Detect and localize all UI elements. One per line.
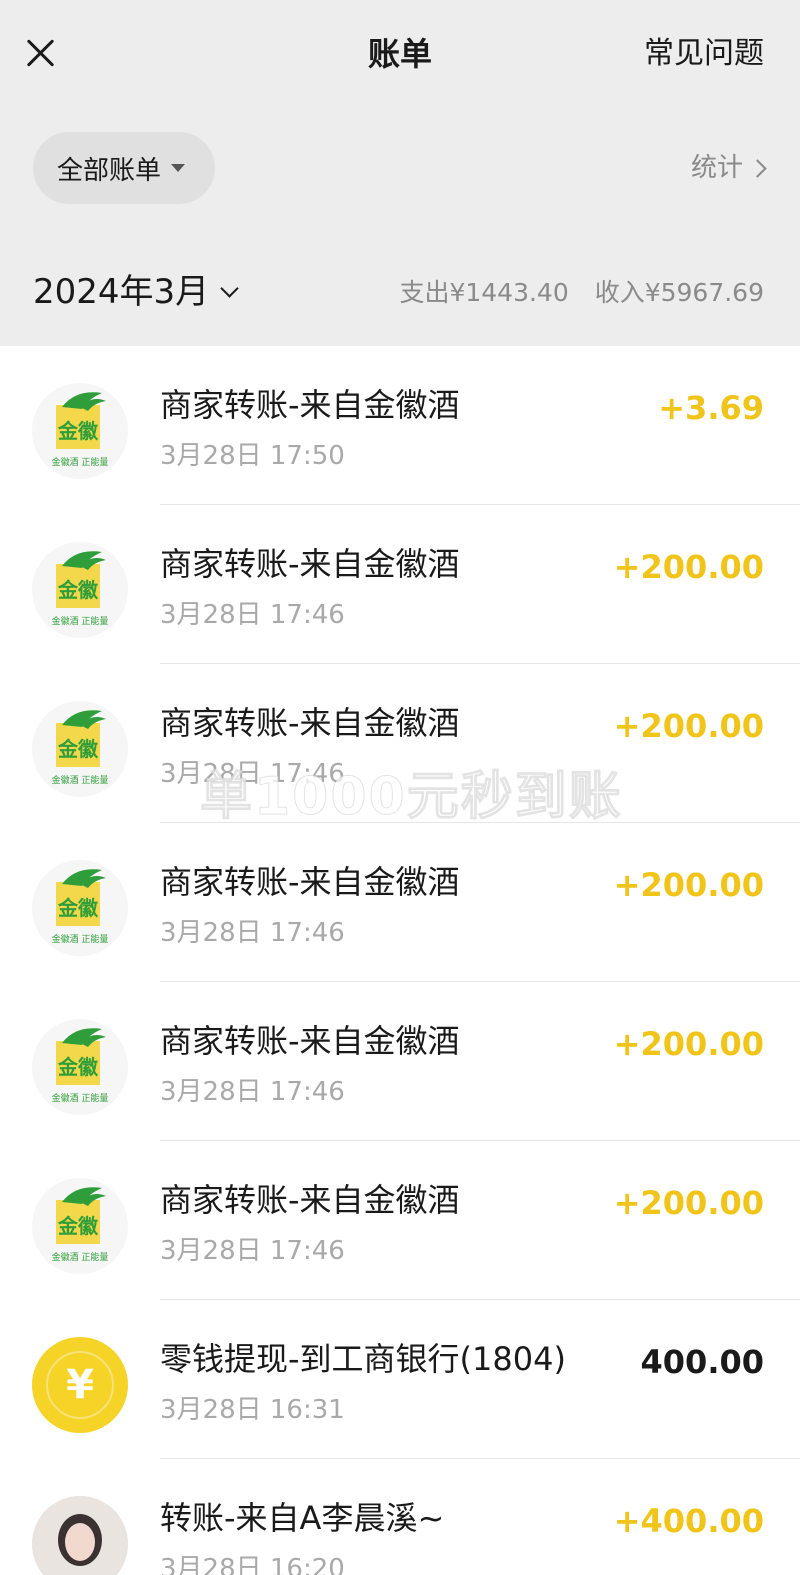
transaction-row[interactable]: 金徽金徽酒 正能量 商家转账-来自金徽酒 3月28日 17:50 +3.69	[0, 346, 800, 505]
transaction-list: 金徽 金徽酒 正能量 商家转账-来自金徽酒 3月28日 17:50 +3.69 金徽 金徽酒…	[0, 346, 800, 1575]
logo-caption: 金徽酒 正能量	[52, 774, 109, 786]
transaction-time: 3月28日 17:46	[160, 1077, 345, 1107]
logo-glyphs: 金徽	[57, 737, 99, 761]
logo-caption: 金徽酒 正能量	[52, 456, 109, 468]
transaction-amount: 400.00	[640, 1343, 764, 1381]
merchant-avatar: 金徽 金徽酒 正能量	[32, 701, 128, 797]
transaction-row[interactable]: 转账-来自A李晨溪~ 3月28日 16:20 +400.00	[0, 1459, 800, 1575]
month-label: 2024年3月	[33, 272, 210, 312]
transaction-time: 3月28日 17:46	[160, 759, 345, 789]
transaction-time: 3月28日 17:46	[160, 600, 345, 630]
title-bar: 账单 常见问题	[0, 0, 800, 110]
transaction-title: 零钱提现-到工商银行(1804)	[160, 1340, 566, 1378]
expense-total: 支出¥1443.40	[399, 278, 569, 307]
month-totals: 支出¥1443.40 收入¥5967.69	[399, 276, 764, 310]
merchant-avatar: 金徽 金徽酒 正能量	[32, 542, 128, 638]
person-avatar	[32, 1496, 128, 1575]
faq-link[interactable]: 常见问题	[644, 30, 764, 78]
logo-caption: 金徽酒 正能量	[52, 933, 109, 945]
merchant-avatar: 金徽 金徽酒 正能量	[32, 1019, 128, 1115]
transaction-row[interactable]: 金徽金徽酒 正能量 商家转账-来自金徽酒 3月28日 17:46 +200.00	[0, 505, 800, 664]
filter-bar: 全部账单 统计	[0, 110, 800, 238]
transaction-amount: +200.00	[613, 866, 764, 904]
transaction-row[interactable]: 金徽金徽酒 正能量 商家转账-来自金徽酒 3月28日 17:46 +200.00	[0, 1141, 800, 1300]
transaction-title: 商家转账-来自金徽酒	[160, 704, 460, 742]
transaction-amount: +200.00	[613, 707, 764, 745]
bill-filter-dropdown[interactable]: 全部账单	[33, 132, 215, 204]
transaction-row[interactable]: 金徽金徽酒 正能量 商家转账-来自金徽酒 3月28日 17:46 +200.00	[0, 664, 800, 823]
transaction-amount: +400.00	[613, 1502, 764, 1540]
transaction-title: 商家转账-来自金徽酒	[160, 1181, 460, 1219]
transaction-time: 3月28日 17:46	[160, 918, 345, 948]
logo-glyphs: 金徽	[57, 578, 99, 602]
transaction-title: 商家转账-来自金徽酒	[160, 545, 460, 583]
jinhui-logo-icon: 金徽金徽酒 正能量	[52, 392, 109, 468]
stats-label: 统计	[690, 153, 743, 183]
merchant-avatar: 金徽 金徽酒 正能量	[32, 1178, 128, 1274]
transaction-title: 商家转账-来自金徽酒	[160, 386, 460, 424]
jinhui-logo-icon: 金徽金徽酒 正能量	[52, 710, 109, 786]
bill-filter-label: 全部账单	[57, 155, 162, 186]
yuan-symbol: ¥	[46, 1351, 114, 1419]
transaction-time: 3月28日 17:50	[160, 441, 345, 471]
month-selector[interactable]: 2024年3月	[33, 270, 239, 314]
transaction-time: 3月28日 17:46	[160, 1236, 345, 1266]
income-total: 收入¥5967.69	[594, 278, 764, 307]
logo-glyphs: 金徽	[57, 1055, 99, 1079]
jinhui-logo-icon: 金徽金徽酒 正能量	[52, 869, 109, 945]
transaction-row[interactable]: 金徽金徽酒 正能量 商家转账-来自金徽酒 3月28日 17:46 +200.00	[0, 823, 800, 982]
logo-caption: 金徽酒 正能量	[52, 1092, 109, 1104]
logo-caption: 金徽酒 正能量	[52, 1251, 109, 1263]
transaction-amount: +200.00	[613, 548, 764, 586]
transaction-amount: +3.69	[658, 389, 764, 427]
merchant-avatar: 金徽 金徽酒 正能量	[32, 860, 128, 956]
transaction-time: 3月28日 16:31	[160, 1395, 345, 1425]
transaction-amount: +200.00	[613, 1184, 764, 1222]
logo-glyphs: 金徽	[57, 896, 99, 920]
logo-glyphs: 金徽	[57, 419, 99, 443]
transaction-row[interactable]: 金徽金徽酒 正能量 商家转账-来自金徽酒 3月28日 17:46 +200.00	[0, 982, 800, 1141]
jinhui-logo-icon: 金徽金徽酒 正能量	[52, 551, 109, 627]
merchant-avatar: 金徽 金徽酒 正能量	[32, 383, 128, 479]
logo-glyphs: 金徽	[57, 1214, 99, 1238]
jinhui-logo-icon: 金徽金徽酒 正能量	[52, 1028, 109, 1104]
jinhui-logo-icon: 金徽金徽酒 正能量	[52, 1187, 109, 1263]
stats-link[interactable]: 统计	[690, 150, 767, 186]
transaction-title: 商家转账-来自金徽酒	[160, 1022, 460, 1060]
yuan-coin-icon: ¥	[32, 1337, 128, 1433]
person-portrait	[32, 1496, 128, 1575]
caret-down-icon	[171, 164, 186, 172]
chevron-down-icon	[220, 278, 239, 298]
transaction-title: 商家转账-来自金徽酒	[160, 863, 460, 901]
logo-caption: 金徽酒 正能量	[52, 615, 109, 627]
transaction-amount: +200.00	[613, 1025, 764, 1063]
transaction-time: 3月28日 16:20	[160, 1554, 345, 1575]
month-summary-bar: 2024年3月 支出¥1443.40 收入¥5967.69	[0, 238, 800, 346]
transaction-row[interactable]: ¥ 零钱提现-到工商银行(1804) 3月28日 16:31 400.00	[0, 1300, 800, 1459]
chevron-right-icon	[748, 158, 767, 178]
transaction-title: 转账-来自A李晨溪~	[160, 1499, 445, 1537]
